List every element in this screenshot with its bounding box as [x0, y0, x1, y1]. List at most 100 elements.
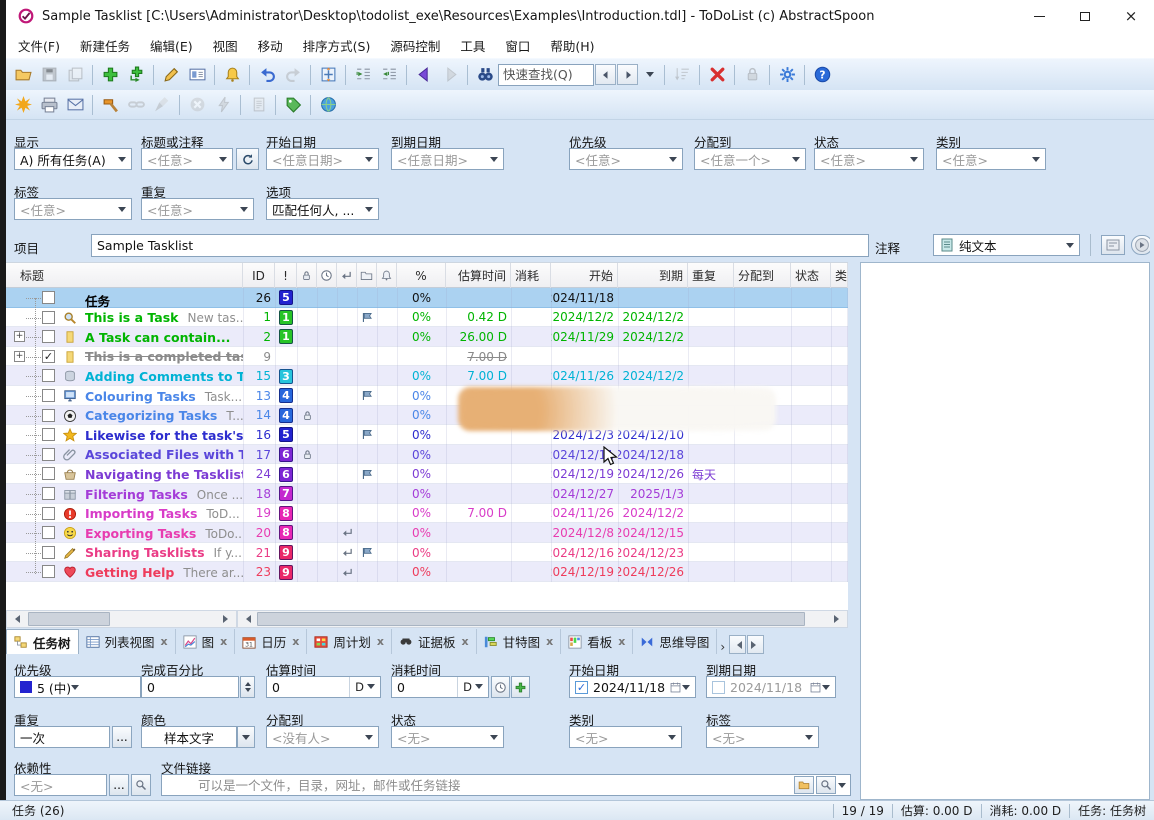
comments-format-select[interactable]: 纯文本: [933, 234, 1080, 256]
menu-item[interactable]: 源码控制: [380, 32, 450, 59]
percent-done-stepper[interactable]: [240, 676, 255, 698]
scrollbar-thumb[interactable]: [28, 612, 110, 626]
help-button[interactable]: ?: [809, 62, 835, 87]
column-header[interactable]: 消耗: [511, 263, 551, 288]
expand-icon[interactable]: +: [14, 351, 25, 362]
menu-item[interactable]: 文件(F): [8, 32, 70, 59]
attr-标签-select[interactable]: <无>: [706, 726, 819, 748]
task-checkbox[interactable]: [42, 409, 55, 422]
web-globe-button[interactable]: [315, 92, 341, 117]
column-header[interactable]: ID: [243, 263, 275, 288]
column-header[interactable]: 分配到: [734, 263, 791, 288]
tab-周计划[interactable]: 周计划x: [307, 629, 392, 654]
file-link-input[interactable]: [162, 778, 794, 793]
task-row[interactable]: Adding Comments to T...1530%7.00 D2024/1…: [6, 366, 848, 386]
task-checkbox[interactable]: [42, 526, 55, 539]
color-dropdown-button[interactable]: [237, 726, 255, 748]
filter-开始日期-select[interactable]: <任意日期>: [266, 148, 379, 170]
filter-选项-select[interactable]: 匹配任何人, ...: [266, 198, 379, 220]
dependency-field[interactable]: <无>: [14, 774, 107, 796]
forward-button[interactable]: [437, 62, 463, 87]
close-tab-icon[interactable]: x: [546, 635, 553, 648]
comments-panel[interactable]: [860, 262, 1150, 800]
preferences-gear-button[interactable]: [774, 62, 800, 87]
cleanup-brush-button[interactable]: [149, 92, 175, 117]
link-chain-button[interactable]: [123, 92, 149, 117]
next-match-button[interactable]: [617, 64, 638, 85]
redo-button[interactable]: [280, 62, 306, 87]
menu-item[interactable]: 帮助(H): [540, 32, 604, 59]
refresh-filter-button[interactable]: [236, 148, 259, 170]
tools-hammer-button[interactable]: [97, 92, 123, 117]
file-search-button[interactable]: [816, 776, 836, 794]
panel-splitter[interactable]: [848, 262, 860, 654]
task-row[interactable]: Filtering TasksOnce ...1870%2024/12/2720…: [6, 484, 848, 504]
task-checkbox[interactable]: [42, 487, 55, 500]
time-estimate-input[interactable]: 0D: [266, 676, 381, 698]
task-row[interactable]: +A Task can contain...210%26.00 D2024/11…: [6, 327, 848, 347]
scroll-right-icon[interactable]: [219, 611, 236, 627]
task-row[interactable]: Categorizing TasksT...1440%: [6, 406, 848, 426]
filter-标签-select[interactable]: <任意>: [14, 198, 132, 220]
task-row[interactable]: Navigating the Tasklist2460%2024/12/1920…: [6, 464, 848, 484]
print-button[interactable]: [36, 92, 62, 117]
column-header[interactable]: 估算时间: [446, 263, 511, 288]
menu-item[interactable]: 移动: [248, 32, 293, 59]
filter-状态-select[interactable]: <任意>: [814, 148, 924, 170]
tab-日历[interactable]: 31日历x: [235, 629, 307, 654]
close-tab-icon[interactable]: x: [462, 635, 469, 648]
dependency-search-button[interactable]: [131, 774, 151, 796]
delete-task-button[interactable]: [704, 62, 730, 87]
column-header[interactable]: [317, 263, 337, 288]
outdent-left-button[interactable]: [376, 62, 402, 87]
filter-分配到-select[interactable]: <任意一个>: [694, 148, 806, 170]
plus-small-button[interactable]: [511, 676, 530, 698]
dependency-options-button[interactable]: ...: [109, 774, 129, 796]
attr-分配到-select[interactable]: <没有人>: [266, 726, 379, 748]
attr-类别-select[interactable]: <无>: [569, 726, 682, 748]
clock-small-button[interactable]: [491, 676, 510, 698]
filter-重复-select[interactable]: <任意>: [141, 198, 254, 220]
close-tab-icon[interactable]: x: [618, 635, 625, 648]
menu-item[interactable]: 编辑(E): [140, 32, 203, 59]
new-task-button[interactable]: [97, 62, 123, 87]
task-row[interactable]: 任务2650%2024/11/18: [6, 288, 848, 308]
password-lock-button[interactable]: [739, 62, 765, 87]
task-checkbox[interactable]: [42, 507, 55, 520]
indent-right-button[interactable]: [350, 62, 376, 87]
task-row[interactable]: Exporting TasksToDo...2080%2024/12/82024…: [6, 523, 848, 543]
task-checkbox[interactable]: ✓: [42, 350, 55, 363]
filter-类别-select[interactable]: <任意>: [936, 148, 1046, 170]
task-checkbox[interactable]: [42, 546, 55, 559]
prev-match-button[interactable]: [595, 64, 616, 85]
recurrence-field[interactable]: 一次: [14, 726, 110, 748]
menu-item[interactable]: 视图: [203, 32, 248, 59]
title-column-scrollbar[interactable]: [6, 610, 237, 628]
comments-tools-button[interactable]: [1101, 235, 1125, 255]
tab-证据板[interactable]: 证据板x: [392, 629, 477, 654]
close-button[interactable]: ×: [1108, 0, 1154, 32]
task-checkbox[interactable]: [42, 369, 55, 382]
filter-到期日期-select[interactable]: <任意日期>: [391, 148, 504, 170]
close-tab-icon[interactable]: x: [161, 635, 168, 648]
color-select[interactable]: 样本文字: [141, 726, 237, 748]
column-header[interactable]: [337, 263, 357, 288]
maximize-view-button[interactable]: [315, 62, 341, 87]
close-tab-icon[interactable]: x: [377, 635, 384, 648]
task-row[interactable]: Importing TasksToD...1980%7.00 D2024/11/…: [6, 504, 848, 524]
percent-done-input[interactable]: 0: [141, 676, 239, 698]
task-row[interactable]: Likewise for the task's ...1650%2024/12/…: [6, 425, 848, 445]
task-checkbox[interactable]: [42, 311, 55, 324]
column-header[interactable]: 到期: [618, 263, 688, 288]
task-row[interactable]: Associated Files with T...1760%2024/12/1…: [6, 445, 848, 465]
task-checkbox[interactable]: [42, 291, 55, 304]
column-header[interactable]: !: [275, 263, 297, 288]
column-header[interactable]: [357, 263, 377, 288]
quick-find-dropdown-button[interactable]: [639, 64, 660, 85]
save-tasklist-button[interactable]: [36, 62, 62, 87]
menu-item[interactable]: 工具: [450, 32, 495, 59]
columns-scrollbar[interactable]: [237, 610, 848, 628]
task-checkbox[interactable]: [42, 330, 55, 343]
task-card-button[interactable]: [184, 62, 210, 87]
time-spent-input[interactable]: 0D: [391, 676, 489, 698]
